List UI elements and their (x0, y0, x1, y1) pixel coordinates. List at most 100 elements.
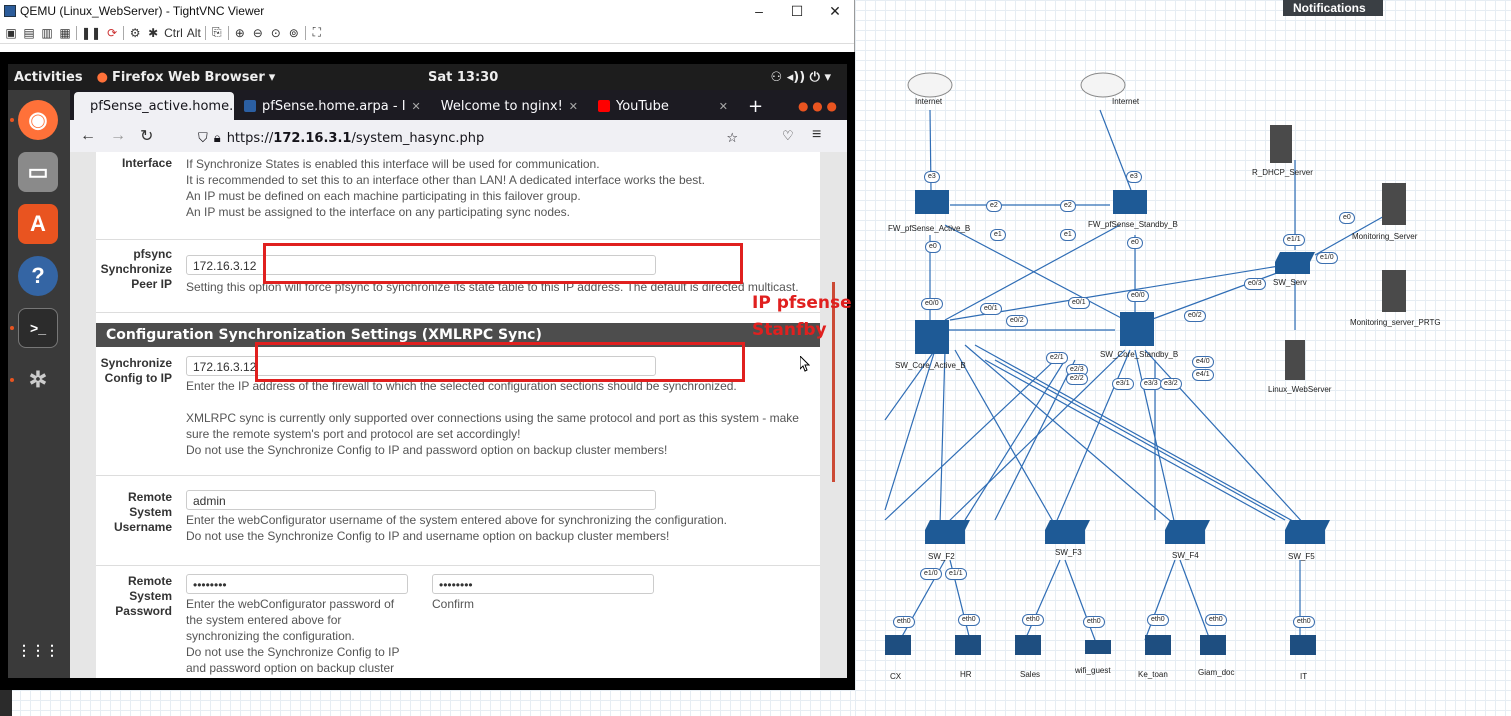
minimize-icon[interactable]: – (740, 3, 778, 19)
interface-help-line: If Synchronize States is enabled this in… (186, 157, 600, 171)
node-label-core-active[interactable]: SW_Core_Active_B (895, 361, 966, 370)
taskbar-edge (0, 690, 12, 716)
gnome-top-bar: Activities ● Firefox Web Browser ▾ Sat 1… (8, 64, 847, 90)
vnc-titlebar[interactable]: QEMU (Linux_WebServer) - TightVNC Viewer… (0, 0, 854, 22)
url-bar[interactable]: ⛉ 🔒︎ https://172.16.3.1/system_hasync.ph… (198, 125, 738, 151)
highlight-pfsync-ip (263, 243, 743, 284)
zoom-out-icon[interactable]: ⊖ (251, 25, 265, 41)
menu-icon[interactable]: ≡ (812, 126, 821, 144)
remote-password-input[interactable]: •••••••• (186, 574, 408, 594)
port-label: e1/0 (920, 568, 942, 580)
close-tab-icon[interactable]: ✕ (719, 100, 728, 113)
options-icon[interactable]: ▥ (40, 25, 54, 41)
running-indicator (10, 378, 14, 382)
node-label-sw-f4[interactable]: SW_F4 (1172, 551, 1199, 560)
clipboard-icon[interactable]: ⎘ (210, 25, 224, 41)
port-label: e2 (986, 200, 1002, 212)
tab-label: Welcome to nginx! (440, 98, 563, 114)
node-label-prtg[interactable]: Monitoring_server_PRTG (1350, 318, 1441, 327)
node-label-sw-f3[interactable]: SW_F3 (1055, 548, 1082, 557)
alt-key-button[interactable]: Alt (187, 25, 201, 41)
system-tray[interactable]: ⚇ ◂)) ⏻ ▾ (771, 70, 831, 85)
node-label-ketoan[interactable]: Ke_toan (1138, 670, 1168, 679)
reload-icon[interactable]: ↻ (140, 126, 153, 146)
toolbar-separator (76, 25, 77, 40)
pocket-icon[interactable]: ♡ (782, 128, 794, 144)
network-topology-canvas[interactable] (855, 0, 1511, 716)
new-tab-icon[interactable]: + (738, 92, 773, 120)
firefox-window[interactable]: pfSense_active.home. ✕ pfSense.home.arpa… (70, 90, 847, 678)
clock[interactable]: Sat 13:30 (428, 70, 498, 85)
node-label-giamdoc[interactable]: Giam_doc (1198, 668, 1234, 677)
node-label-sw-serv[interactable]: SW_Serv (1273, 278, 1307, 287)
remote-username-warning: Do not use the Synchronize Config to IP … (186, 529, 670, 543)
port-label: e1/0 (1316, 252, 1338, 264)
firefox-dock-icon[interactable]: ◉ (18, 100, 58, 140)
confirm-password-input[interactable]: •••••••• (432, 574, 654, 594)
zoom-fit-icon[interactable]: ⊚ (287, 25, 301, 41)
zoom-100-icon[interactable]: ⊙ (269, 25, 283, 41)
pause-icon[interactable]: ❚❚ (81, 25, 101, 41)
port-label: e0/2 (1184, 310, 1206, 322)
node-label-sw-f5[interactable]: SW_F5 (1288, 552, 1315, 561)
node-label-dhcp[interactable]: R_DHCP_Server (1252, 168, 1313, 177)
zoom-in-icon[interactable]: ⊕ (233, 25, 247, 41)
ctrl-esc-icon[interactable]: ✱ (146, 25, 160, 41)
show-apps-icon[interactable]: ⋮⋮⋮ (17, 630, 59, 670)
close-tab-icon[interactable]: ✕ (569, 100, 578, 113)
node-label-sales[interactable]: Sales (1020, 670, 1040, 679)
port-label: e0 (1339, 212, 1355, 224)
node-label-monitoring[interactable]: Monitoring_Server (1352, 232, 1417, 241)
node-label-internet-1[interactable]: Internet (915, 97, 942, 106)
app-menu[interactable]: ● Firefox Web Browser ▾ (97, 70, 276, 85)
topology-links (884, 72, 1406, 655)
page-viewport[interactable]: Interface If Synchronize States is enabl… (70, 152, 847, 678)
node-label-fw-standby[interactable]: FW_pfSense_Standby_B (1088, 220, 1178, 229)
tab-strip: pfSense_active.home. ✕ pfSense.home.arpa… (70, 90, 847, 120)
activities-button[interactable]: Activities (14, 70, 83, 85)
forward-icon[interactable]: → (110, 127, 126, 145)
tab-pfsense-active[interactable]: pfSense_active.home. ✕ (74, 92, 234, 120)
port-label: e2/2 (1066, 373, 1088, 385)
tab-nginx[interactable]: Welcome to nginx! ✕ (431, 92, 588, 120)
save-icon[interactable]: ▤ (22, 25, 36, 41)
app-menu-label: Firefox Web Browser (111, 69, 265, 85)
ctrl-alt-del-icon[interactable]: ⚙ (128, 25, 142, 41)
software-dock-icon[interactable]: A (18, 204, 58, 244)
maximize-icon[interactable]: ☐ (778, 3, 816, 20)
node-label-internet-2[interactable]: Internet (1112, 97, 1139, 106)
bookmark-star-icon[interactable]: ☆ (726, 131, 738, 146)
node-label-fw-active[interactable]: FW_pfSense_Active_B (888, 224, 970, 233)
node-label-linux-web[interactable]: Linux_WebServer (1268, 385, 1331, 394)
port-label: e4/0 (1192, 356, 1214, 368)
new-connection-icon[interactable]: ▣ (4, 25, 18, 41)
files-dock-icon[interactable]: ▭ (18, 152, 58, 192)
fullscreen-icon[interactable]: ⛶ (310, 25, 324, 41)
ctrl-key-button[interactable]: Ctrl (164, 25, 183, 41)
remote-username-input[interactable]: admin (186, 490, 656, 510)
terminal-dock-icon[interactable]: >_ (18, 308, 58, 348)
lock-icon: 🔒︎ (213, 130, 221, 146)
back-icon[interactable]: ← (80, 127, 96, 145)
node-label-hr[interactable]: HR (960, 670, 972, 679)
remote-password-row: Remote System Password •••••••• Enter th… (96, 566, 820, 678)
tab-pfsense-home[interactable]: pfSense.home.arpa - I ✕ (234, 92, 431, 120)
info-icon[interactable]: ▦ (58, 25, 72, 41)
pfsync-peer-label: pfsync Synchronize Peer IP (100, 247, 172, 291)
node-label-core-standby[interactable]: SW_Core_Standby_B (1100, 350, 1178, 359)
help-dock-icon[interactable]: ? (18, 256, 58, 296)
close-icon[interactable]: ✕ (816, 3, 854, 20)
node-label-wifi[interactable]: wifi_guest (1075, 666, 1111, 675)
node-label-it[interactable]: IT (1300, 672, 1307, 681)
remote-password-label: Remote System Password (115, 574, 172, 618)
port-label: eth0 (1022, 614, 1044, 626)
window-controls[interactable]: ● ● ● (788, 92, 847, 120)
port-label: eth0 (1147, 614, 1169, 626)
settings-dock-icon[interactable]: ✲ (18, 360, 58, 400)
node-label-sw-f2[interactable]: SW_F2 (928, 552, 955, 561)
node-label-cx[interactable]: CX (890, 672, 901, 681)
close-tab-icon[interactable]: ✕ (412, 100, 421, 113)
port-label: eth0 (1293, 616, 1315, 628)
tab-youtube[interactable]: YouTube ✕ (588, 92, 738, 120)
refresh-icon[interactable]: ⟳ (105, 25, 119, 41)
